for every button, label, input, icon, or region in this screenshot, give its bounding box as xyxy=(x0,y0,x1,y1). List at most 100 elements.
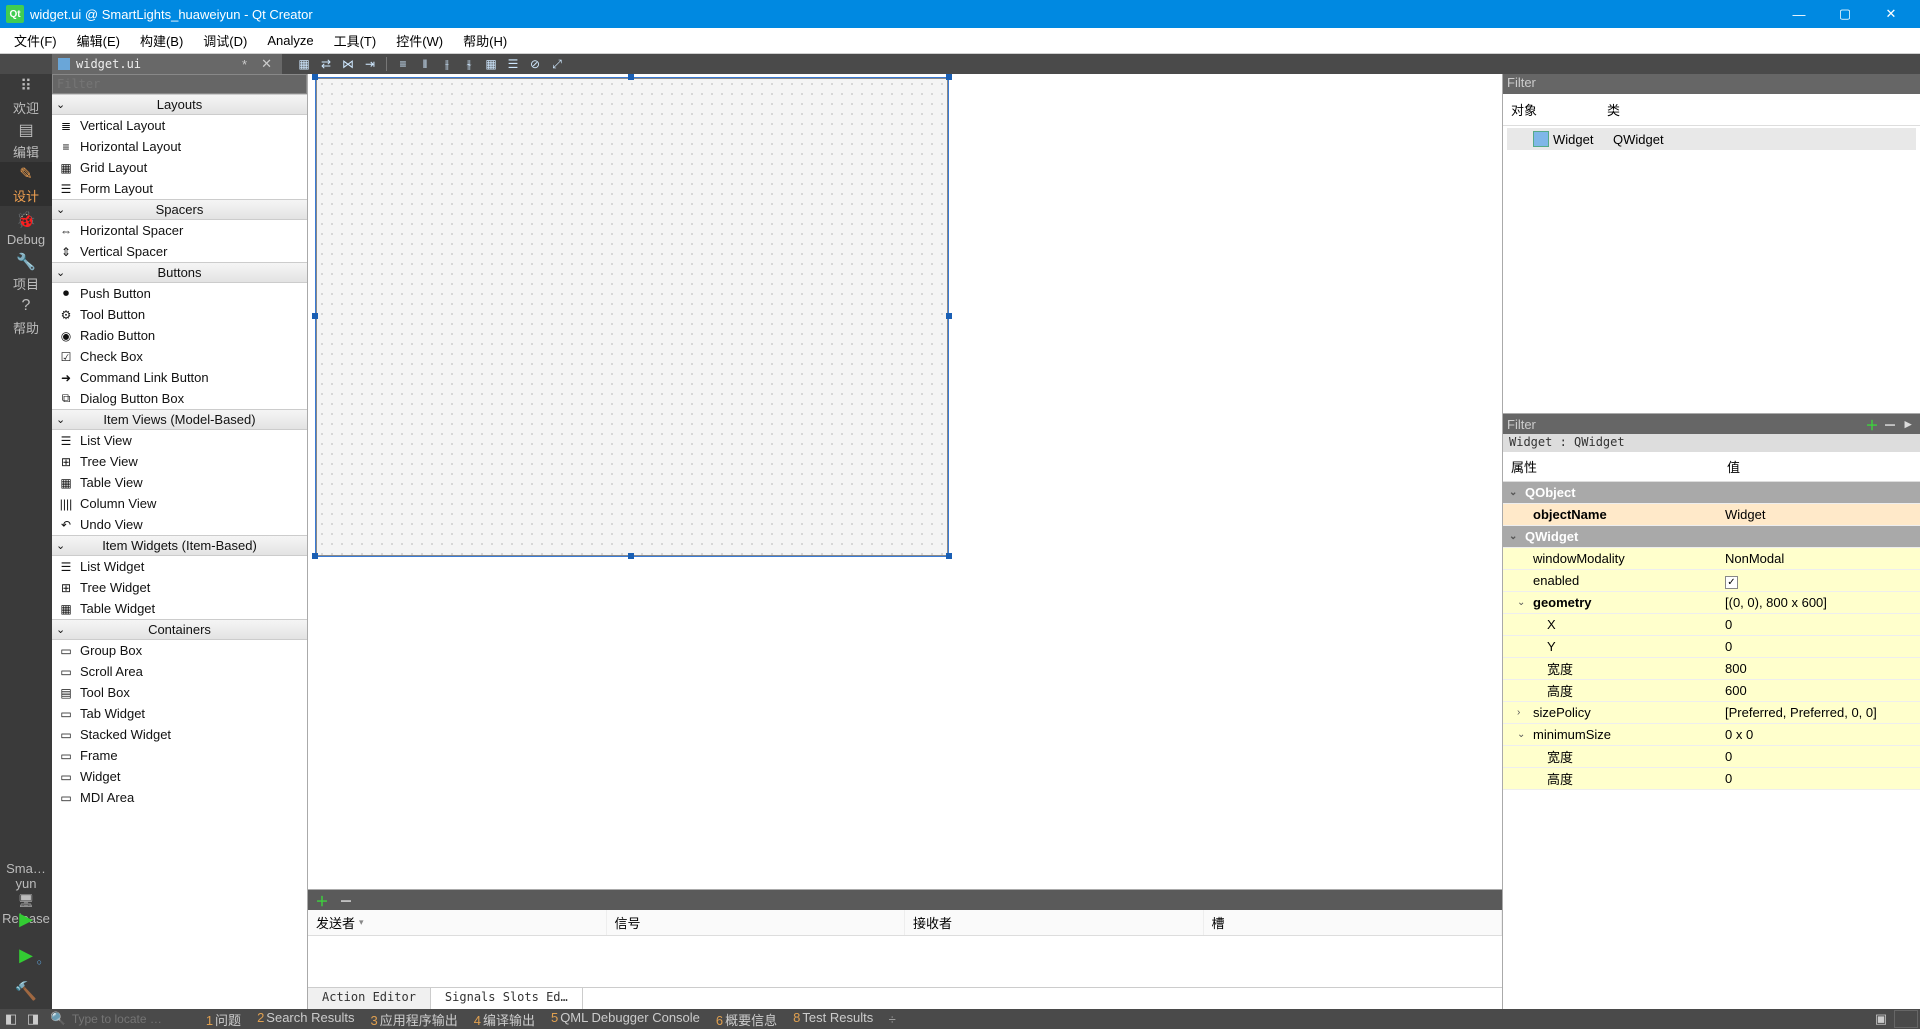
property-value[interactable]: Widget xyxy=(1719,507,1920,522)
widget-item[interactable]: ☑Check Box xyxy=(52,346,307,367)
widget-item[interactable]: ⇔Horizontal Spacer xyxy=(52,220,307,241)
property-row[interactable]: 宽度0 xyxy=(1503,746,1920,768)
resize-handle-tl[interactable] xyxy=(312,74,318,80)
property-value[interactable]: 0 xyxy=(1719,749,1920,764)
property-value[interactable]: 800 xyxy=(1719,661,1920,676)
property-class-header[interactable]: ⌄QObject xyxy=(1503,482,1920,504)
break-layout-icon[interactable]: ⊘ xyxy=(527,56,543,72)
widget-item[interactable]: ☰List Widget xyxy=(52,556,307,577)
remove-connection-button[interactable]: － xyxy=(338,892,354,908)
output-pane-button[interactable]: 1问题 xyxy=(198,1010,249,1029)
tab-signals-slots-editor[interactable]: Signals Slots Ed… xyxy=(431,988,583,1009)
layout-vertical-icon[interactable]: ‖ xyxy=(417,56,433,72)
header-value[interactable]: 值 xyxy=(1719,452,1920,481)
widget-item[interactable]: ☰List View xyxy=(52,430,307,451)
property-row[interactable]: Y0 xyxy=(1503,636,1920,658)
menu-widgets[interactable]: 控件(W) xyxy=(386,28,453,53)
widget-item[interactable]: ▭Scroll Area xyxy=(52,661,307,682)
header-signal[interactable]: 信号 xyxy=(607,910,906,935)
header-property[interactable]: 属性 xyxy=(1503,452,1719,481)
header-object[interactable]: 对象 xyxy=(1503,94,1599,125)
widget-category-header[interactable]: ⌄Containers xyxy=(52,619,307,640)
widget-item[interactable]: ☰Form Layout xyxy=(52,178,307,199)
resize-handle-mr[interactable] xyxy=(946,313,952,319)
chevron-right-icon[interactable]: › xyxy=(1517,707,1529,718)
mode-help[interactable]: ?帮助 xyxy=(0,294,52,338)
run-debug-button[interactable]: ▶○ xyxy=(0,937,52,973)
window-minimize-button[interactable]: — xyxy=(1776,0,1822,28)
property-row[interactable]: 高度600 xyxy=(1503,680,1920,702)
document-tab-close-button[interactable]: ✕ xyxy=(257,56,276,72)
output-pane-button[interactable]: 4编译输出 xyxy=(466,1010,543,1029)
widget-item[interactable]: ▦Table View xyxy=(52,472,307,493)
property-row[interactable]: windowModalityNonModal xyxy=(1503,548,1920,570)
resize-handle-bm[interactable] xyxy=(628,553,634,559)
property-row[interactable]: ⌄geometry[(0, 0), 800 x 600] xyxy=(1503,592,1920,614)
layout-v-splitter-icon[interactable]: ⫳ xyxy=(461,56,477,72)
object-inspector-tree[interactable]: Widget QWidget xyxy=(1503,126,1920,413)
object-row-widget[interactable]: Widget QWidget xyxy=(1507,128,1916,150)
widget-item[interactable]: ▭Tab Widget xyxy=(52,703,307,724)
layout-grid-icon[interactable]: ▦ xyxy=(483,56,499,72)
property-value[interactable]: 600 xyxy=(1719,683,1920,698)
property-editor-menu-button[interactable]: ▸ xyxy=(1900,416,1916,432)
widget-item[interactable]: ▦Table Widget xyxy=(52,598,307,619)
widget-item[interactable]: ⏺Push Button xyxy=(52,283,307,304)
menu-debug[interactable]: 调试(D) xyxy=(193,28,257,53)
widget-item[interactable]: ▭Stacked Widget xyxy=(52,724,307,745)
build-button[interactable]: 🔨 xyxy=(0,973,52,1009)
property-editor-filter[interactable]: Filter xyxy=(1507,417,1862,432)
edit-buddies-icon[interactable]: ⋈ xyxy=(340,56,356,72)
widget-item[interactable]: ⊞Tree Widget xyxy=(52,577,307,598)
remove-dynamic-property-button[interactable]: － xyxy=(1882,416,1898,432)
property-row[interactable]: objectNameWidget xyxy=(1503,504,1920,526)
widget-item[interactable]: ≡Horizontal Layout xyxy=(52,136,307,157)
property-row[interactable]: X0 xyxy=(1503,614,1920,636)
resize-handle-tm[interactable] xyxy=(628,74,634,80)
resize-handle-tr[interactable] xyxy=(946,74,952,80)
menu-file[interactable]: 文件(F) xyxy=(4,28,67,53)
property-row[interactable]: ›sizePolicy[Preferred, Preferred, 0, 0] xyxy=(1503,702,1920,724)
output-pane-button[interactable]: 6概要信息 xyxy=(708,1010,785,1029)
menu-build[interactable]: 构建(B) xyxy=(130,28,193,53)
close-output-pane-button[interactable]: ▣ xyxy=(1872,1010,1890,1028)
window-maximize-button[interactable]: ▢ xyxy=(1822,0,1868,28)
layout-h-splitter-icon[interactable]: ⫲ xyxy=(439,56,455,72)
property-row[interactable]: 宽度800 xyxy=(1503,658,1920,680)
property-value[interactable]: 0 x 0 xyxy=(1719,727,1920,742)
widget-category-header[interactable]: ⌄Spacers xyxy=(52,199,307,220)
object-inspector-filter[interactable]: Filter xyxy=(1503,74,1920,94)
toggle-left-sidebar-button[interactable]: ◧ xyxy=(2,1010,20,1028)
widget-item[interactable]: ▭Group Box xyxy=(52,640,307,661)
edit-signals-icon[interactable]: ⇄ xyxy=(318,56,334,72)
property-value[interactable]: 0 xyxy=(1719,639,1920,654)
widget-item[interactable]: ≣Vertical Layout xyxy=(52,115,307,136)
widget-item[interactable]: ◉Radio Button xyxy=(52,325,307,346)
property-value[interactable]: 0 xyxy=(1719,617,1920,632)
widget-category-header[interactable]: ⌄Item Views (Model-Based) xyxy=(52,409,307,430)
widget-item[interactable]: ⚙Tool Button xyxy=(52,304,307,325)
widget-item[interactable]: ||||Column View xyxy=(52,493,307,514)
widget-item[interactable]: ▭Widget xyxy=(52,766,307,787)
layout-horizontal-icon[interactable]: ≡ xyxy=(395,56,411,72)
widget-category-header[interactable]: ⌄Item Widgets (Item-Based) xyxy=(52,535,307,556)
chevron-down-icon[interactable]: ⌄ xyxy=(1517,597,1529,608)
output-pane-button[interactable]: 3应用程序输出 xyxy=(362,1010,465,1029)
property-value[interactable]: NonModal xyxy=(1719,551,1920,566)
widget-item[interactable]: ⊞Tree View xyxy=(52,451,307,472)
widget-item[interactable]: ➜Command Link Button xyxy=(52,367,307,388)
property-class-header[interactable]: ⌄QWidget xyxy=(1503,526,1920,548)
widget-item[interactable]: ⧉Dialog Button Box xyxy=(52,388,307,409)
add-dynamic-property-button[interactable]: ＋ xyxy=(1864,416,1880,432)
menu-edit[interactable]: 编辑(E) xyxy=(67,28,130,53)
header-receiver[interactable]: 接收者 xyxy=(905,910,1204,935)
chevron-down-icon[interactable]: ⌄ xyxy=(1517,729,1529,740)
property-value[interactable]: [Preferred, Preferred, 0, 0] xyxy=(1719,705,1920,720)
output-pane-button[interactable]: 8Test Results xyxy=(785,1010,881,1029)
widget-item[interactable]: ▦Grid Layout xyxy=(52,157,307,178)
widget-box-filter-input[interactable] xyxy=(52,74,307,94)
run-button[interactable]: ▶ xyxy=(0,901,52,937)
mode-project[interactable]: 🔧项目 xyxy=(0,250,52,294)
property-value[interactable]: 0 xyxy=(1719,771,1920,786)
resize-handle-br[interactable] xyxy=(946,553,952,559)
